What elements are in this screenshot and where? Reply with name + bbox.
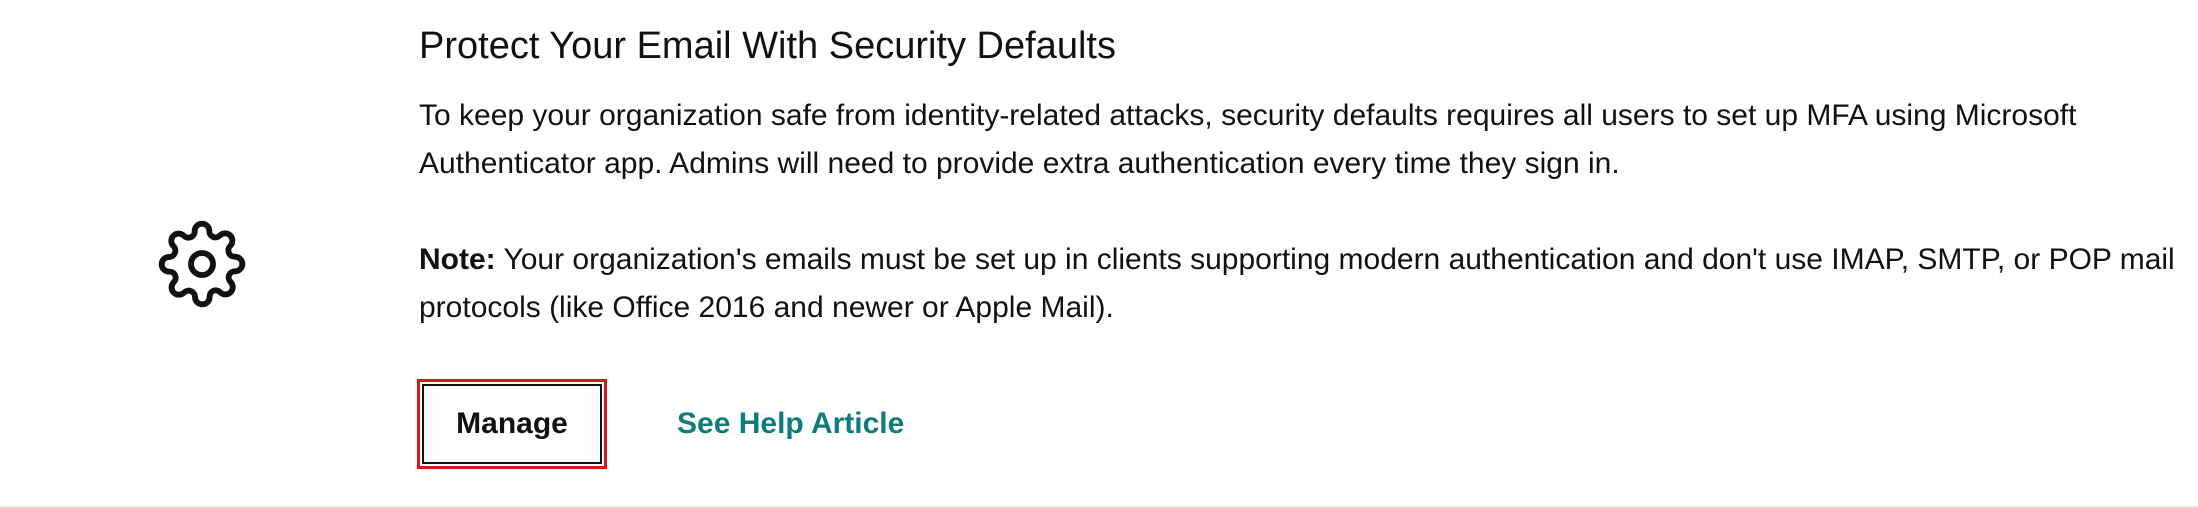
- see-help-article-link[interactable]: See Help Article: [677, 407, 904, 441]
- section-note: Note: Your organization's emails must be…: [419, 236, 2179, 332]
- gear-icon: [158, 220, 246, 308]
- security-defaults-card: Protect Your Email With Security Default…: [0, 0, 2198, 508]
- manage-button[interactable]: Manage: [417, 379, 607, 469]
- section-content: Protect Your Email With Security Default…: [419, 22, 2179, 332]
- actions-row: Manage See Help Article: [417, 379, 904, 469]
- note-label: Note:: [419, 243, 496, 276]
- section-description: To keep your organization safe from iden…: [419, 99, 2077, 180]
- section-title: Protect Your Email With Security Default…: [419, 25, 1116, 67]
- note-text: Your organization's emails must be set u…: [419, 243, 2175, 324]
